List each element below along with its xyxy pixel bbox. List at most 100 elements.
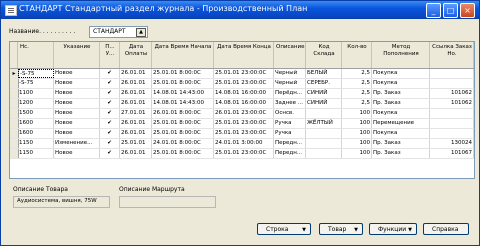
- cell-order-no[interactable]: 101067: [430, 149, 474, 158]
- cell-accept[interactable]: ✔: [100, 69, 120, 78]
- table-row[interactable]: 1100 Новое ✔ 26.01.01 14.08.01 14:43:00 14.08…: [10, 89, 474, 99]
- cell-location[interactable]: СЕРЕБР.: [306, 79, 342, 88]
- cell-action[interactable]: Изменение...: [54, 139, 100, 148]
- cell-accept[interactable]: ✔: [100, 89, 120, 98]
- cell-start[interactable]: 14.08.01 14:43:00: [152, 89, 214, 98]
- line-menu-button[interactable]: Строка ▼: [257, 223, 311, 235]
- cell-action[interactable]: Новое: [54, 69, 100, 78]
- cell-no[interactable]: 1150: [18, 139, 54, 148]
- table-row[interactable]: 1500 Новое ✔ 27.01.01 26.01.01 8:00:0C 26.01.…: [10, 109, 474, 119]
- cell-end[interactable]: 14.08.01 16:00:00: [214, 89, 274, 98]
- cell-order-no[interactable]: [430, 79, 474, 88]
- cell-replenishment[interactable]: Пр. Заказ: [372, 149, 430, 158]
- col-replenishment[interactable]: Метод Пополнения: [372, 42, 430, 68]
- cell-replenishment[interactable]: Покупка: [372, 79, 430, 88]
- cell-action[interactable]: Новое: [54, 119, 100, 128]
- col-due-date[interactable]: Дата Оплаты: [120, 42, 152, 68]
- cell-location[interactable]: [306, 129, 342, 138]
- cell-quantity[interactable]: 2,5: [342, 69, 372, 78]
- cell-due-date[interactable]: 26.01.01: [120, 69, 152, 78]
- cell-due-date[interactable]: 26.01.01: [120, 99, 152, 108]
- cell-end[interactable]: 25.01.01 23:00:0C: [214, 69, 274, 78]
- lookup-arrow-icon[interactable]: ▲: [136, 28, 146, 37]
- cell-action[interactable]: Новое: [54, 129, 100, 138]
- cell-replenishment[interactable]: Пр. Заказ: [372, 99, 430, 108]
- cell-description[interactable]: Черный: [274, 69, 306, 78]
- col-description[interactable]: Описание: [274, 42, 306, 68]
- cell-due-date[interactable]: 26.01.01: [120, 89, 152, 98]
- table-row[interactable]: ▸ -S-75 Новое ✔ 26.01.01 25.01.01 8:00:0C 25.0…: [10, 69, 474, 79]
- cell-replenishment[interactable]: Покупка: [372, 129, 430, 138]
- cell-start[interactable]: 25.01.01 8:00:0C: [152, 79, 214, 88]
- cell-quantity[interactable]: 100: [342, 119, 372, 128]
- cell-no[interactable]: 1600: [18, 119, 54, 128]
- cell-start[interactable]: 25.01.01 8:00:0C: [152, 69, 214, 78]
- cell-action[interactable]: Новое: [54, 99, 100, 108]
- cell-order-no[interactable]: [430, 69, 474, 78]
- cell-replenishment[interactable]: Покупка: [372, 109, 430, 118]
- table-row[interactable]: 1200 Новое ✔ 26.01.01 14.08.01 14:43:00 14.08…: [10, 99, 474, 109]
- cell-description[interactable]: Оснсв.: [274, 109, 306, 118]
- cell-start[interactable]: 25.01.01 8:00:0C: [152, 149, 214, 158]
- table-row[interactable]: 1600 Новое ✔ 26.01.01 25.01.01 8:00:0C 25.01.…: [10, 119, 474, 129]
- cell-no[interactable]: 1600: [18, 129, 54, 138]
- cell-no[interactable]: -S-75: [18, 79, 54, 88]
- cell-location[interactable]: БЕЛЫЙ: [306, 69, 342, 78]
- cell-end[interactable]: 25.01.01 23:00:0C: [214, 79, 274, 88]
- cell-order-no[interactable]: 130024: [430, 139, 474, 148]
- table-row[interactable]: 1600 Новое ✔ 26.01.01 25.01.01 8:00:0C 25.01.…: [10, 129, 474, 139]
- cell-quantity[interactable]: 100: [342, 129, 372, 138]
- cell-end[interactable]: 25.01.01 23:00:0C: [214, 149, 274, 158]
- cell-no[interactable]: 1200: [18, 99, 54, 108]
- cell-description[interactable]: Ручка: [274, 119, 306, 128]
- cell-replenishment[interactable]: Покупка: [372, 69, 430, 78]
- cell-quantity[interactable]: 2,5: [342, 99, 372, 108]
- cell-accept[interactable]: ✔: [100, 99, 120, 108]
- cell-start[interactable]: 25.01.01 8:00:0C: [152, 129, 214, 138]
- col-order-no[interactable]: Ссылка Заказ Но.: [430, 42, 474, 68]
- cell-start[interactable]: 24.01.01 8:00:0C: [152, 139, 214, 148]
- cell-quantity[interactable]: 100: [342, 139, 372, 148]
- col-action[interactable]: Указание: [54, 42, 100, 68]
- cell-end[interactable]: 26.01.01 23:00:0C: [214, 109, 274, 118]
- cell-no[interactable]: 1100: [18, 89, 54, 98]
- cell-due-date[interactable]: 26.01.01: [120, 119, 152, 128]
- cell-location[interactable]: [306, 109, 342, 118]
- cell-replenishment[interactable]: Перемещение: [372, 119, 430, 128]
- cell-start[interactable]: 26.01.01 8:00:0C: [152, 109, 214, 118]
- cell-description[interactable]: Ручка: [274, 129, 306, 138]
- cell-no[interactable]: -S-75: [18, 69, 54, 78]
- cell-location[interactable]: [306, 139, 342, 148]
- journal-grid[interactable]: Нс. Указание П... У... Дата Оплаты Дата …: [9, 41, 475, 179]
- cell-accept[interactable]: ✔: [100, 119, 120, 128]
- col-end[interactable]: Дата Время Конца: [214, 42, 274, 68]
- col-quantity[interactable]: Кол-во: [342, 42, 372, 68]
- cell-accept[interactable]: ✔: [100, 139, 120, 148]
- col-no[interactable]: Нс.: [18, 42, 54, 68]
- cell-replenishment[interactable]: Пр. Заказ: [372, 89, 430, 98]
- cell-accept[interactable]: ✔: [100, 129, 120, 138]
- title-bar[interactable]: СТАНДАРТ Стандартный раздел журнала - Пр…: [1, 1, 479, 19]
- cell-action[interactable]: Новое: [54, 149, 100, 158]
- table-row[interactable]: -S-75 Новое ✔ 26.01.01 25.01.01 8:00:0C 25.01…: [10, 79, 474, 89]
- cell-location[interactable]: СИНИЙ: [306, 89, 342, 98]
- filter-name-field[interactable]: СТАНДАРТ ▲: [89, 26, 148, 38]
- cell-location[interactable]: [306, 149, 342, 158]
- cell-order-no[interactable]: [430, 129, 474, 138]
- cell-due-date[interactable]: 26.01.01: [120, 149, 152, 158]
- item-menu-button[interactable]: Товар ▼: [319, 223, 363, 235]
- help-button[interactable]: Справка: [423, 223, 469, 235]
- cell-quantity[interactable]: 2,5: [342, 89, 372, 98]
- cell-replenishment[interactable]: Пр. Заказ: [372, 139, 430, 148]
- cell-description[interactable]: Заднее ...: [274, 99, 306, 108]
- cell-order-no[interactable]: [430, 119, 474, 128]
- cell-action[interactable]: Новое: [54, 89, 100, 98]
- col-accept[interactable]: П... У...: [100, 42, 120, 68]
- cell-description[interactable]: Передн...: [274, 149, 306, 158]
- cell-description[interactable]: Черный: [274, 79, 306, 88]
- table-row[interactable]: 1150 Новое ✔ 26.01.01 25.01.01 8:00:0C 25.01.…: [10, 149, 474, 159]
- col-location[interactable]: Код Склада: [306, 42, 342, 68]
- cell-order-no[interactable]: [430, 109, 474, 118]
- cell-start[interactable]: 25.01.01 8:00:0C: [152, 119, 214, 128]
- cell-due-date[interactable]: 27.01.01: [120, 109, 152, 118]
